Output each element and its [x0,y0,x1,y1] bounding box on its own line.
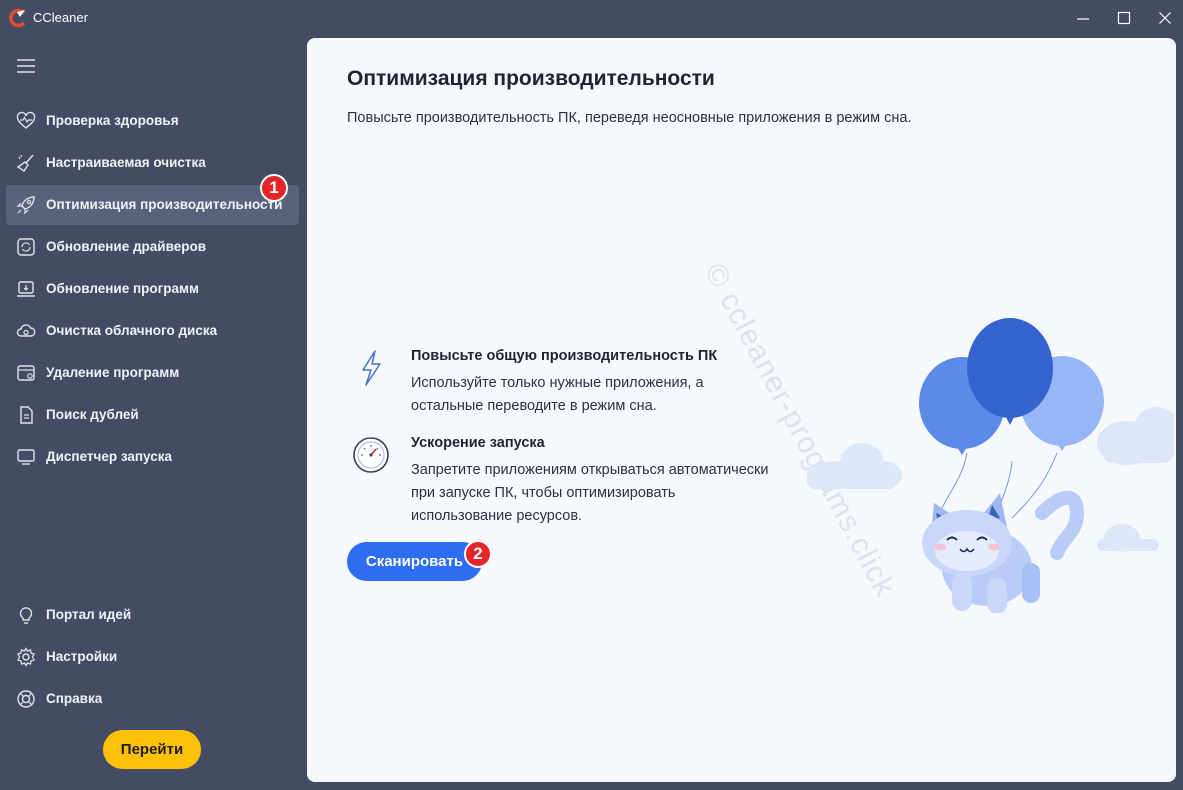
go-button[interactable]: Перейти [103,730,201,769]
sidebar-item-label: Справка [46,691,103,706]
ccleaner-logo-icon [9,8,26,28]
sidebar-item-help[interactable]: Справка [6,679,299,719]
cat-balloons-illustration [807,318,1174,613]
main-panel: Оптимизация производительности Повысьте … [307,38,1176,782]
rocket-icon [16,196,35,215]
app-title: CCleaner [33,10,88,25]
maximize-button[interactable] [1101,2,1147,34]
hamburger-menu-icon[interactable] [16,57,36,75]
sidebar-item-cloud-cleaner[interactable]: Очистка облачного диска [6,311,299,351]
step-marker-2: 2 [464,540,492,568]
step-marker-1: 1 [260,174,288,202]
feature-title: Ускорение запуска [411,435,545,451]
sidebar-item-ideas-portal[interactable]: Портал идей [6,595,299,635]
sidebar-item-label: Настройки [46,649,118,664]
sidebar-item-label: Оптимизация производительности [46,197,283,212]
lightning-icon [362,350,381,386]
feature-title: Повысьте общую производительность ПК [411,348,718,364]
cloud-left [807,443,902,489]
sidebar-item-label: Проверка здоровья [46,113,179,128]
cloud-drive-icon [16,324,36,337]
page-subtitle: Повысьте производительность ПК, переведя… [347,110,912,126]
close-button[interactable] [1142,2,1183,34]
sidebar-item-duplicate-finder[interactable]: Поиск дублей [6,395,299,435]
minimize-button[interactable] [1060,2,1106,34]
lightbulb-icon [19,607,33,624]
sidebar-item-settings[interactable]: Настройки [6,637,299,677]
sidebar-item-driver-updater[interactable]: Обновление драйверов [6,227,299,267]
help-icon [17,690,35,708]
cloud-small [1097,524,1159,552]
heart-icon [16,111,36,129]
sidebar-item-label: Портал идей [46,607,132,622]
sidebar-item-uninstaller[interactable]: Удаление программ [6,353,299,393]
driver-update-icon [17,238,35,256]
duplicate-file-icon [20,406,33,424]
minimize-icon [1077,18,1089,20]
cat [922,490,1085,613]
sidebar-item-label: Поиск дублей [46,407,139,422]
monitor-icon [17,449,35,465]
sidebar-item-label: Очистка облачного диска [46,323,218,338]
broom-icon [16,154,34,172]
sidebar-item-software-updater[interactable]: Обновление программ [6,269,299,309]
software-update-icon [17,281,35,297]
page-title: Оптимизация производительности [347,67,715,90]
close-icon [1159,12,1171,24]
sidebar-item-label: Настраиваемая очистка [46,155,206,170]
sidebar-item-performance-optimizer[interactable]: Оптимизация производительности [6,185,299,225]
sidebar-item-label: Удаление программ [46,365,180,380]
sidebar-item-startup-manager[interactable]: Диспетчер запуска [6,437,299,477]
gear-icon [17,647,35,667]
sidebar-item-label: Диспетчер запуска [46,449,173,464]
sidebar-item-health-check[interactable]: Проверка здоровья [6,101,299,141]
maximize-icon [1117,11,1131,25]
feature-description: Используйте только нужные приложения, а … [411,375,704,414]
sidebar-item-custom-clean[interactable]: Настраиваемая очистка [6,143,299,183]
speedometer-icon [353,437,389,473]
uninstall-icon [17,365,35,381]
feature-description: Запретите приложениям открываться автома… [411,462,769,524]
scan-button[interactable]: Сканировать [347,542,482,581]
cloud-right [1097,407,1174,465]
sidebar-item-label: Обновление драйверов [46,239,207,254]
title-bar: CCleaner [0,0,1183,36]
sidebar-item-label: Обновление программ [46,281,199,296]
